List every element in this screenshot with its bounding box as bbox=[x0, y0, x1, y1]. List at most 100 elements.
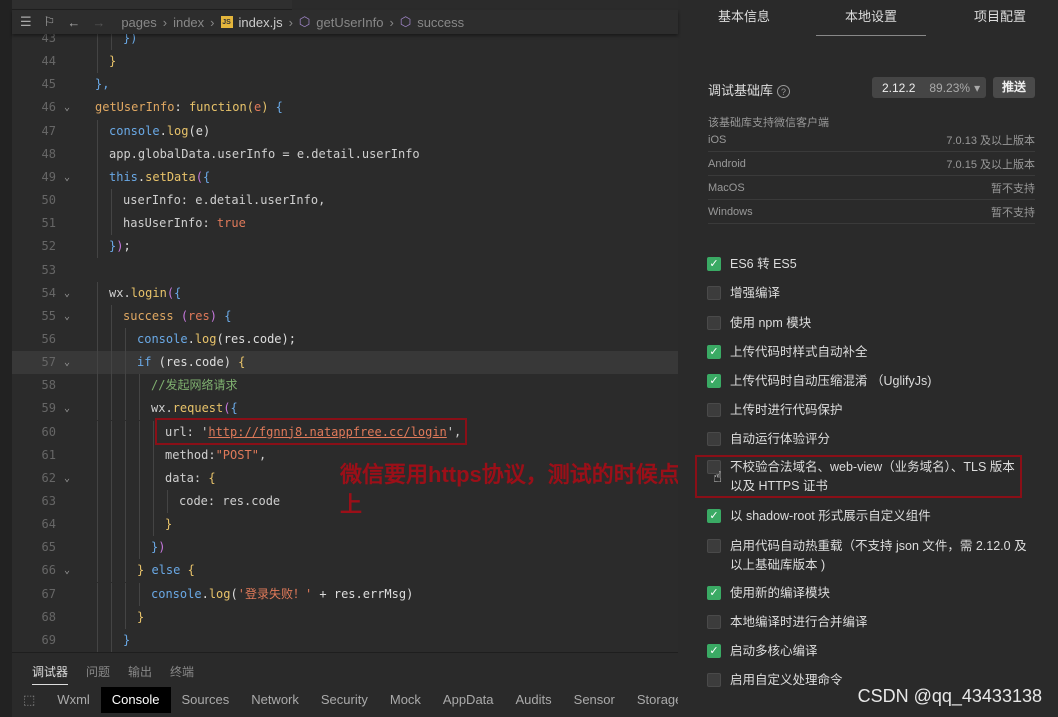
inspect-element-icon[interactable]: ⬚ bbox=[12, 687, 46, 713]
fold-chevron-icon[interactable]: ⌄ bbox=[64, 351, 70, 374]
line-number: 56 bbox=[41, 331, 56, 346]
tab-project-config[interactable]: 项目配置 bbox=[974, 6, 1026, 25]
checkbox-checked[interactable]: ✓ bbox=[707, 509, 721, 523]
code-line[interactable]: 67 console.log('登录失败！' + res.errMsg) bbox=[12, 582, 678, 606]
fold-chevron-icon[interactable]: ⌄ bbox=[64, 467, 70, 490]
option-item[interactable]: ✓ 上传代码时自动压缩混淆 （UglifyJs) bbox=[707, 372, 1027, 391]
code-token: else bbox=[151, 563, 181, 578]
devtools-tab-console[interactable]: Console bbox=[100, 687, 171, 713]
code-line[interactable]: 47 console.log(e) bbox=[12, 119, 678, 143]
outline-icon[interactable]: ☰ bbox=[20, 14, 32, 30]
indent-guide bbox=[97, 582, 98, 606]
code-line[interactable]: 45}, bbox=[12, 73, 678, 96]
option-item[interactable]: ✓ 启动多核心编译 bbox=[707, 642, 1027, 661]
debug-tab[interactable]: 输出 bbox=[128, 663, 152, 685]
devtools-tab-mock[interactable]: Mock bbox=[379, 687, 432, 713]
lib-version-select[interactable]: 2.12.2 89.23% ▾ bbox=[872, 77, 986, 98]
checkbox-checked[interactable]: ✓ bbox=[707, 586, 721, 600]
code-line[interactable]: 68} bbox=[12, 605, 678, 629]
code-token: console bbox=[109, 123, 160, 138]
checkbox-checked[interactable]: ✓ bbox=[707, 644, 721, 658]
checkbox-checked[interactable]: ✓ bbox=[707, 374, 721, 388]
code-line[interactable]: 44} bbox=[12, 50, 678, 74]
code-line[interactable]: 66 ⌄} else { bbox=[12, 559, 678, 583]
fold-chevron-icon[interactable]: ⌄ bbox=[64, 96, 70, 119]
debug-tab[interactable]: 终端 bbox=[170, 663, 194, 685]
line-number: 51 bbox=[41, 216, 56, 231]
crumb-index[interactable]: index bbox=[173, 15, 204, 30]
checkbox-unchecked[interactable] bbox=[707, 615, 721, 629]
bookmark-icon[interactable]: ⚐ bbox=[44, 14, 56, 30]
checkbox-checked[interactable]: ✓ bbox=[707, 257, 721, 271]
code-line[interactable]: 59 ⌄ wx.request({ bbox=[12, 397, 678, 421]
option-item[interactable]: 本地编译时进行合并编译 bbox=[707, 613, 1027, 632]
option-item[interactable]: ✓ 使用新的编译模块 bbox=[707, 584, 1027, 603]
option-item[interactable]: ✓ ES6 转 ES5 bbox=[707, 255, 1027, 274]
debug-tab[interactable]: 问题 bbox=[86, 663, 110, 685]
code-line[interactable]: 46 ⌄ getUserInfo: function(e) { bbox=[12, 96, 678, 119]
crumb-getuserinfo[interactable]: getUserInfo bbox=[316, 15, 383, 30]
devtools-tab-sources[interactable]: Sources bbox=[171, 687, 241, 713]
checkbox-unchecked[interactable] bbox=[707, 673, 721, 687]
debug-tab[interactable]: 调试器 bbox=[32, 663, 69, 685]
checkbox-unchecked[interactable] bbox=[707, 316, 721, 330]
option-item[interactable]: 自动运行体验评分 bbox=[707, 430, 1027, 449]
code-line[interactable]: 52}); bbox=[12, 235, 678, 259]
code-line[interactable]: 69} bbox=[12, 628, 678, 652]
devtools-tab-security[interactable]: Security bbox=[310, 687, 379, 713]
crumb-file[interactable]: index.js bbox=[239, 15, 283, 30]
fold-chevron-icon[interactable]: ⌄ bbox=[64, 305, 70, 328]
option-item[interactable]: ✓ 以 shadow-root 形式展示自定义组件 bbox=[707, 507, 1027, 526]
devtools-tab-appdata[interactable]: AppData bbox=[432, 687, 505, 713]
code-text: } bbox=[137, 606, 144, 629]
checkbox-checked[interactable]: ✓ bbox=[707, 345, 721, 359]
crumb-pages[interactable]: pages bbox=[121, 15, 156, 30]
tab-basic-info[interactable]: 基本信息 bbox=[718, 6, 770, 25]
devtools-tab-sensor[interactable]: Sensor bbox=[563, 687, 626, 713]
option-item[interactable]: 增强编译 bbox=[707, 284, 1027, 303]
devtools-tab-audits[interactable]: Audits bbox=[505, 687, 563, 713]
code-text: wx.login({ bbox=[109, 282, 181, 305]
option-item[interactable]: 上传时进行代码保护 bbox=[707, 401, 1027, 420]
tab-local-settings[interactable]: 本地设置 bbox=[845, 6, 897, 25]
code-line[interactable]: 51 hasUserInfo: true bbox=[12, 212, 678, 236]
option-item[interactable]: 使用 npm 模块 bbox=[707, 314, 1027, 333]
indent-guide bbox=[111, 582, 112, 606]
code-text: }) bbox=[151, 536, 165, 559]
fold-chevron-icon[interactable]: ⌄ bbox=[64, 166, 70, 189]
code-line[interactable]: 49 ⌄ this.setData({ bbox=[12, 165, 678, 189]
indent-guide bbox=[97, 605, 98, 629]
code-line[interactable]: 56 console.log(res.code); bbox=[12, 327, 678, 351]
checkbox-unchecked[interactable] bbox=[707, 432, 721, 446]
checkbox-unchecked[interactable] bbox=[707, 539, 721, 553]
code-line[interactable]: 48 app.globalData.userInfo = e.detail.use… bbox=[12, 142, 678, 166]
code-line[interactable]: 65}) bbox=[12, 536, 678, 560]
indent-guide bbox=[111, 304, 112, 328]
code-line[interactable]: 53 bbox=[12, 259, 678, 282]
help-icon[interactable]: ? bbox=[777, 85, 791, 98]
checkbox-unchecked[interactable] bbox=[707, 403, 721, 417]
checkbox-unchecked[interactable] bbox=[707, 286, 721, 300]
fold-chevron-icon[interactable]: ⌄ bbox=[64, 282, 70, 305]
option-item[interactable]: ✓ 上传代码时样式自动补全 bbox=[707, 343, 1027, 362]
fold-chevron-icon[interactable]: ⌄ bbox=[64, 397, 70, 420]
fold-chevron-icon[interactable]: ⌄ bbox=[64, 559, 70, 582]
code-line[interactable]: 54 ⌄ wx.login({ bbox=[12, 281, 678, 305]
file-tab[interactable] bbox=[12, 0, 292, 10]
code-lines[interactable]: 43}) 44} 45}, 46 ⌄ getUserInfo: function(e) {… bbox=[12, 27, 678, 652]
indent-guide bbox=[125, 327, 126, 351]
code-line[interactable]: 50 userInfo: e.detail.userInfo, bbox=[12, 189, 678, 213]
code-line[interactable]: 58 //发起网络请求 bbox=[12, 374, 678, 398]
code-line[interactable]: 55 ⌄ success (res) { bbox=[12, 304, 678, 328]
push-button[interactable]: 推送 bbox=[993, 77, 1035, 98]
devtools-tab-wxml[interactable]: Wxml bbox=[46, 687, 101, 713]
code-editor[interactable]: ☰ ⚐ ← → pages › index › JS index.js › ⬡ get… bbox=[0, 0, 678, 652]
crumb-success[interactable]: success bbox=[417, 15, 464, 30]
back-arrow-icon[interactable]: ← bbox=[67, 15, 80, 30]
code-line[interactable]: 57 ⌄ if (res.code) { bbox=[12, 351, 678, 375]
devtools-tab-network[interactable]: Network bbox=[240, 687, 310, 713]
option-item[interactable]: 启用代码自动热重载（不支持 json 文件，需 2.12.0 及以上基础库版本 … bbox=[707, 537, 1027, 575]
forward-arrow-icon[interactable]: → bbox=[92, 15, 105, 30]
code-token: { bbox=[224, 308, 232, 323]
